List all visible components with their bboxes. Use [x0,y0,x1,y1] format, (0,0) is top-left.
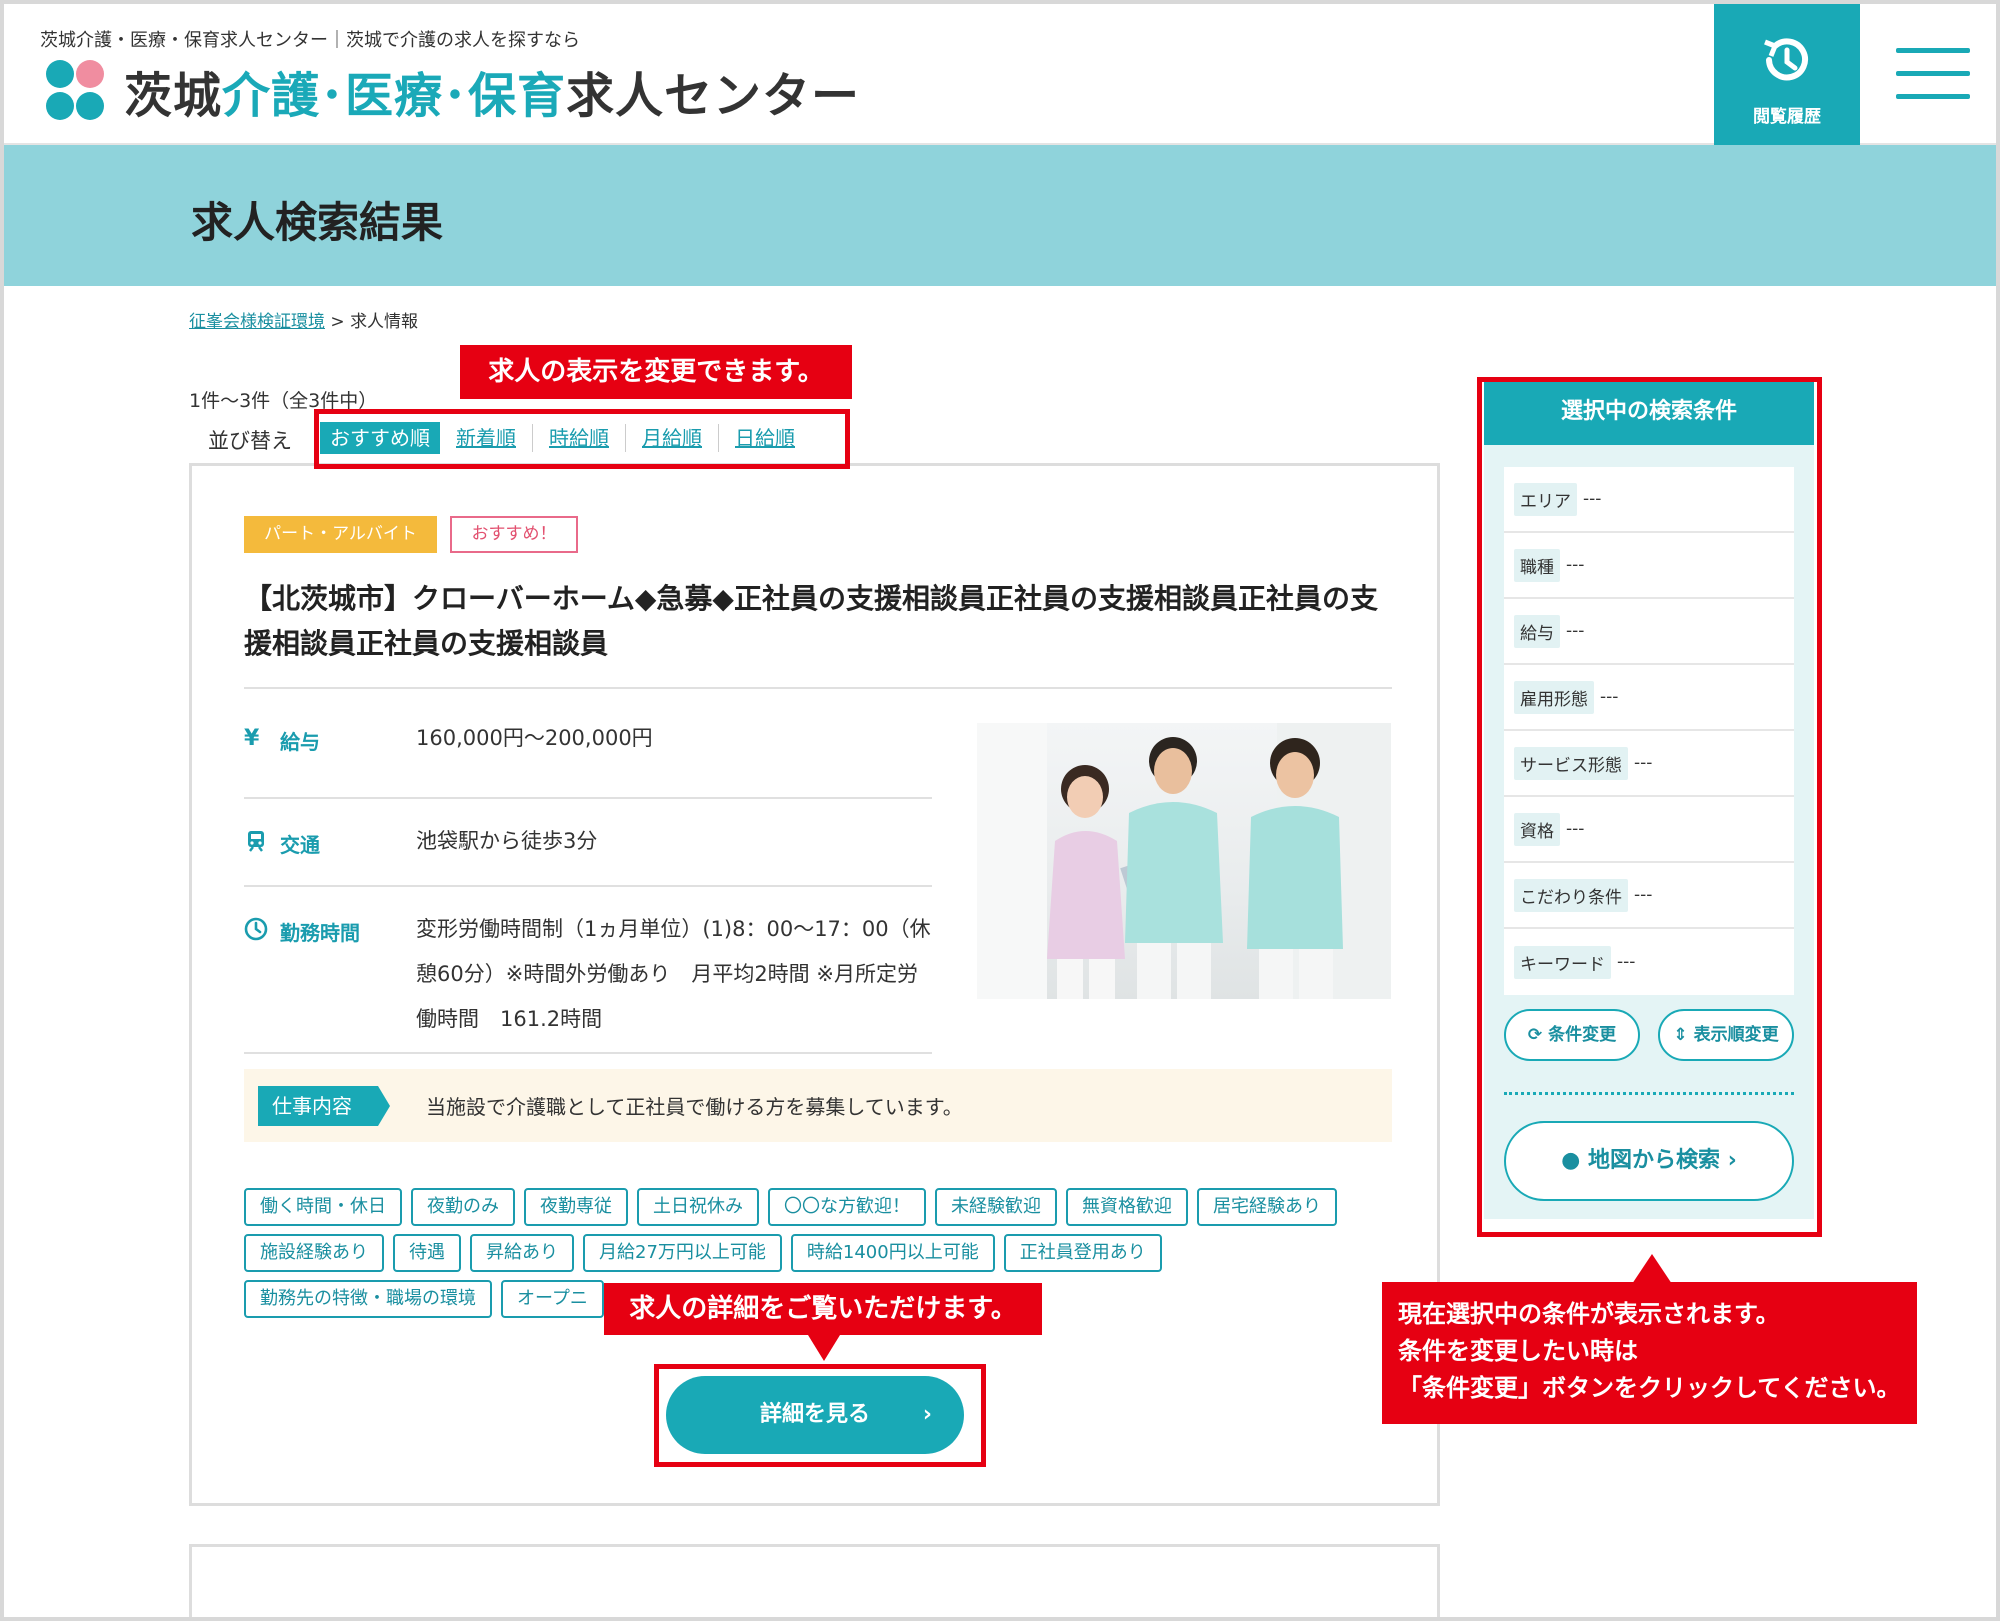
hours-label: 勤務時間 [280,921,360,945]
history-label: 閲覧履歴 [1753,107,1821,127]
page-frame: 茨城介護・医療・保育求人センター｜茨城で介護の求人を探すなら 茨城介護･医療･保… [0,0,2000,1621]
callout-arrow [1632,1254,1672,1284]
details-annotation: 求人の詳細をご覧いただけます。 [604,1283,1042,1335]
salary-row: ¥ 給与 160,000円〜200,000円 [244,714,932,799]
sort-highlight-box [314,409,850,469]
history-button[interactable]: 閲覧履歴 [1714,4,1860,145]
breadcrumb-home-link[interactable]: 征峯会様検証環境 [189,312,325,332]
job-card-next [189,1544,1440,1617]
feature-tag: 夜勤専従 [524,1188,628,1226]
yen-icon: ¥ [244,726,260,751]
clover-logo-icon [40,56,110,126]
site-logo[interactable]: 茨城介護･医療･保育求人センター [40,56,860,126]
breadcrumb: 征峯会様検証環境 > 求人情報 [189,312,419,332]
history-icon [1764,38,1808,81]
sort-label: 並び替え [208,429,292,453]
feature-tag: 正社員登用あり [1003,1234,1162,1272]
job-photo [977,723,1391,999]
transport-value: 池袋駅から徒歩3分 [416,829,598,853]
page-title: 求人検索結果 [191,198,444,247]
feature-tag: 働く時間・休日 [244,1188,402,1226]
feature-tag: 土日祝休み [637,1188,759,1226]
tagline: 茨城介護・医療・保育求人センター｜茨城で介護の求人を探すなら [40,30,580,51]
feature-tag: 時給1400円以上可能 [790,1234,995,1272]
feature-tag: 月給27万円以上可能 [583,1234,782,1272]
train-icon [248,831,264,852]
feature-tag: 居宅経験あり [1197,1188,1337,1226]
title-band: 求人検索結果 [4,145,1996,286]
details-highlight-box [654,1364,986,1467]
feature-tag: オープニ [501,1280,604,1318]
sort-annotation: 求人の表示を変更できます。 [460,345,852,399]
site-header: 茨城介護・医療・保育求人センター｜茨城で介護の求人を探すなら 茨城介護･医療･保… [4,4,1996,145]
transport-label: 交通 [280,833,320,857]
job-description-box: 仕事内容 当施設で介護職として正社員で働ける方を募集しています。 [244,1069,1392,1142]
feature-tag: 勤務先の特徴・職場の環境 [244,1280,492,1318]
breadcrumb-current: 求人情報 [350,312,419,332]
menu-icon[interactable] [1896,48,1970,100]
job-title[interactable]: 【北茨城市】クローバーホーム◆急募◆正社員の支援相談員正社員の支援相談員正社員の… [244,576,1384,666]
feature-tag: 待遇 [393,1234,461,1272]
hours-value: 変形労働時間制（1ヵ月単位）(1)8：00〜17：00（休憩60分）※時間外労働… [416,917,931,1031]
feature-tag: 施設経験あり [244,1234,384,1272]
feature-tag: 夜勤のみ [411,1188,515,1226]
feature-tag: 〇〇な方歓迎！ [768,1188,926,1226]
job-description-text: 当施設で介護職として正社員で働ける方を募集しています。 [426,1095,963,1119]
callout-arrow [808,1335,840,1361]
feature-tag: 無資格歓迎 [1066,1188,1188,1226]
feature-tag: 未経験歓迎 [935,1188,1057,1226]
logo-text: 茨城介護･医療･保育求人センター [124,68,861,124]
salary-label: 給与 [280,730,320,754]
divider [244,687,1392,689]
recommended-badge: おすすめ！ [450,516,578,553]
employment-type-badge: パート・アルバイト [244,516,437,553]
transport-row: 交通 池袋駅から徒歩3分 [244,799,932,887]
clock-icon [244,917,268,941]
salary-value: 160,000円〜200,000円 [416,726,653,750]
job-description-label: 仕事内容 [258,1086,390,1126]
hours-row: 勤務時間 変形労働時間制（1ヵ月単位）(1)8：00〜17：00（休憩60分）※… [244,887,932,1054]
conditions-highlight-box [1477,377,1822,1237]
conditions-annotation: 現在選択中の条件が表示されます。 条件を変更したい時は 「条件変更」ボタンをクリ… [1382,1282,1917,1424]
feature-tag: 昇給あり [470,1234,574,1272]
